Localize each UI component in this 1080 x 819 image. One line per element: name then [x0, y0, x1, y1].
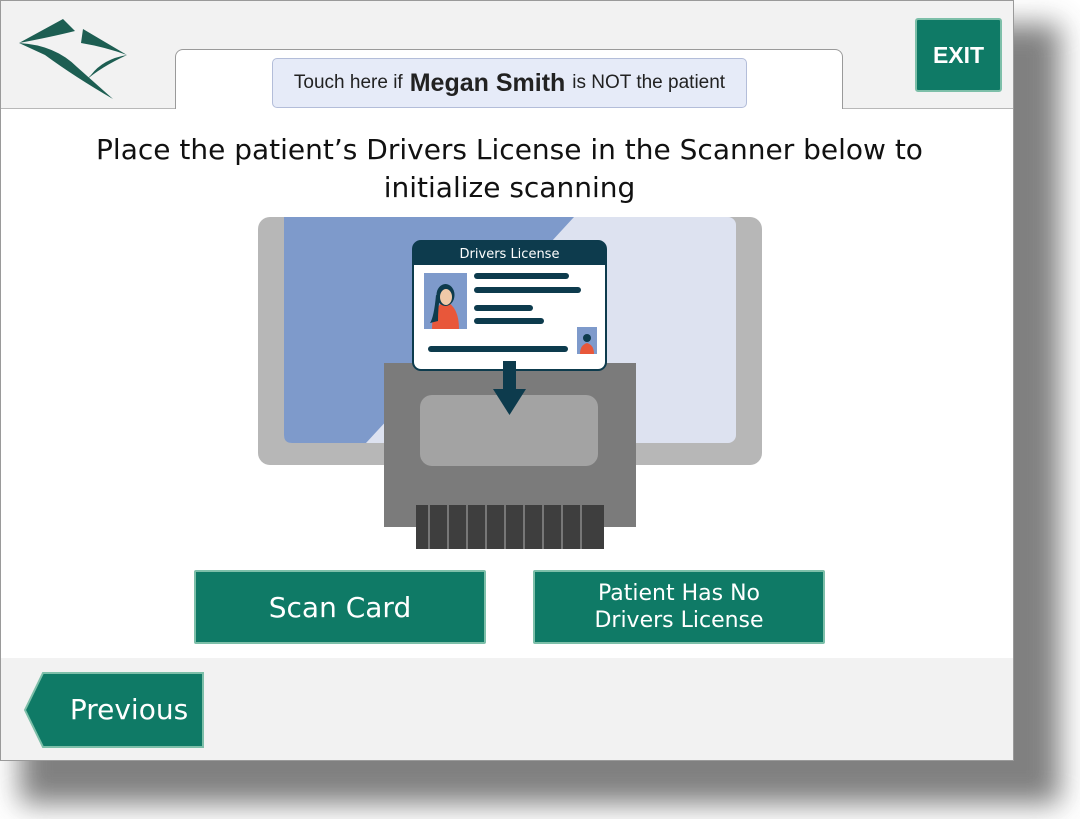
kiosk-window: Touch here if Megan Smith is NOT the pat…	[0, 0, 1014, 761]
wrong-patient-button[interactable]: Touch here if Megan Smith is NOT the pat…	[272, 58, 747, 108]
scan-card-button[interactable]: Scan Card	[194, 570, 486, 644]
patient-name: Megan Smith	[409, 68, 566, 97]
no-drivers-license-button[interactable]: Patient Has No Drivers License	[533, 570, 825, 644]
previous-button[interactable]	[23, 671, 205, 749]
brand-logo-icon	[19, 19, 127, 99]
no-drivers-license-label: Patient Has No Drivers License	[594, 581, 764, 633]
top-bar: Touch here if Megan Smith is NOT the pat…	[1, 1, 1013, 109]
drivers-license-card: Drivers License	[412, 240, 607, 371]
patient-notice-suffix: is NOT the patient	[572, 72, 726, 93]
scanner-feeder	[416, 505, 604, 549]
license-card-title: Drivers License	[460, 247, 560, 262]
exit-button[interactable]: EXIT	[915, 18, 1002, 92]
license-scanner-illustration: Drivers License	[258, 217, 762, 549]
scan-instruction: Place the patient’s Drivers License in t…	[96, 133, 923, 204]
patient-notice-prefix: Touch here if	[293, 72, 403, 93]
